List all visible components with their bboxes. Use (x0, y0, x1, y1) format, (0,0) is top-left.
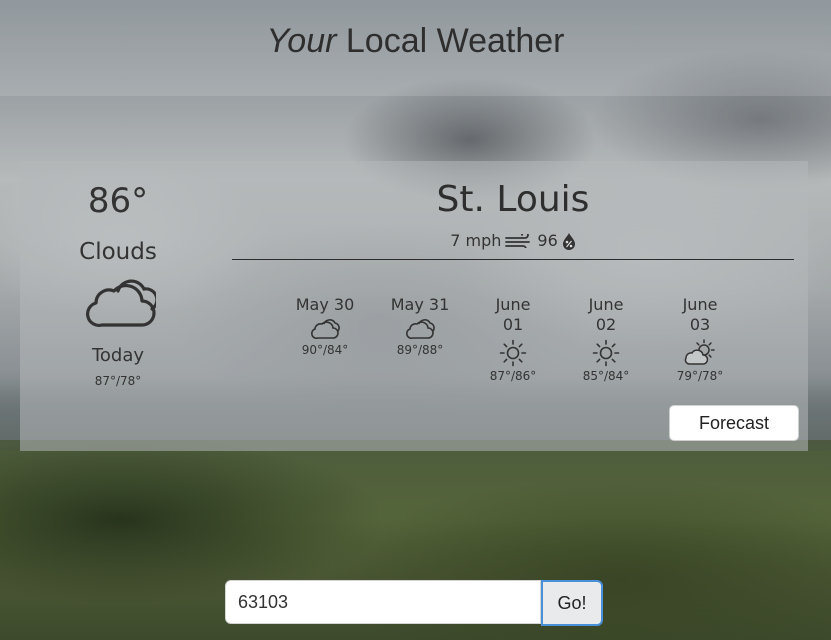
day-range: 85°/84° (582, 369, 630, 383)
go-button[interactable]: Go! (541, 580, 603, 626)
forecast-button[interactable]: Forecast (669, 405, 799, 441)
day-label: June 01 (495, 295, 531, 334)
weather-card: 86° Clouds Today 87°/78° St. Louis 7 mph… (20, 161, 808, 451)
day-label: June 03 (682, 295, 718, 334)
humidity-value: 96 (537, 231, 558, 250)
forecast-day: May 31 89°/88° (379, 295, 461, 357)
zip-search: Go! (225, 580, 603, 626)
divider (232, 259, 794, 260)
humidity-drop-icon (562, 232, 575, 250)
title-rest: Local Weather (336, 22, 565, 60)
day-range: 90°/84° (301, 343, 349, 357)
forecast-day: May 30 90°/84° (284, 295, 366, 357)
title-italic: Your (266, 22, 337, 60)
forecast-day: June 02 85°/84° (565, 295, 647, 383)
wind-humidity: 7 mph 96 (232, 231, 794, 250)
wind-icon (505, 233, 531, 248)
today-label: Today (91, 345, 145, 366)
city-name: St. Louis (436, 179, 590, 220)
day-range: 79°/78° (676, 369, 724, 383)
day-label: May 30 (295, 295, 355, 314)
day-range: 87°/86° (489, 369, 537, 383)
partly-cloudy-icon (684, 339, 715, 365)
current-temp: 86° (87, 181, 149, 221)
sun-icon (499, 339, 527, 367)
cloud-icon (311, 319, 340, 340)
cloud-icon (86, 279, 156, 327)
zip-input[interactable] (225, 580, 541, 624)
forecast-day: June 03 79°/78° (659, 295, 741, 383)
sun-icon (592, 339, 620, 367)
wind-speed: 7 mph (450, 231, 502, 250)
cloud-icon (406, 319, 435, 340)
page-title: Your Local Weather (0, 22, 831, 61)
today-range: 87°/78° (94, 374, 142, 388)
day-range: 89°/88° (396, 343, 444, 357)
day-label: May 31 (390, 295, 450, 314)
current-condition: Clouds (79, 239, 157, 265)
forecast-day: June 01 87°/86° (472, 295, 554, 383)
day-label: June 02 (588, 295, 624, 334)
